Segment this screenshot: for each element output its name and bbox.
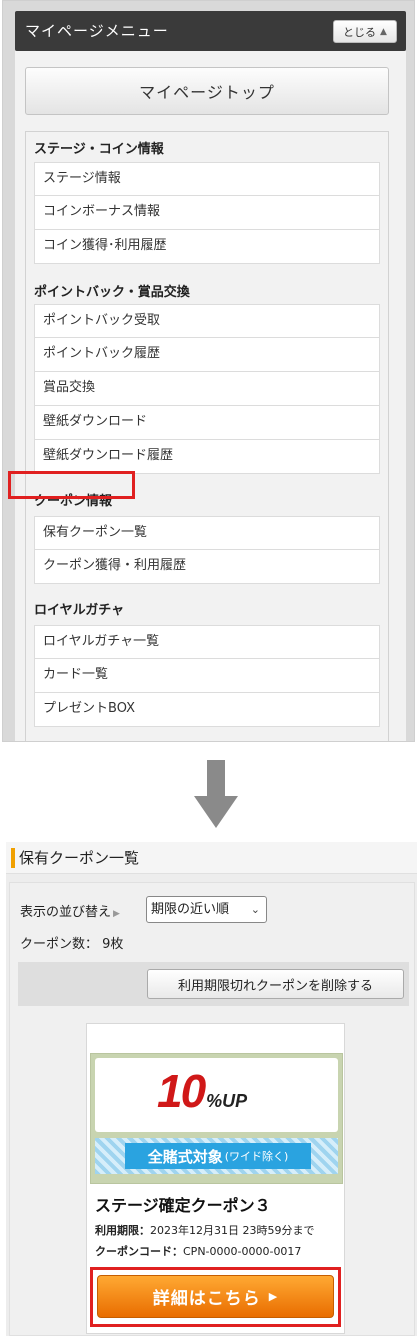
coupon-target-sub: (ワイド除く) [224, 1150, 289, 1163]
section-title-royal-gacha: ロイヤルガチャ [34, 603, 125, 618]
menu-item-wallpaper-download[interactable]: 壁紙ダウンロード [34, 406, 380, 440]
menu-item-royal-gacha-list[interactable]: ロイヤルガチャ一覧 [34, 625, 380, 659]
detail-button-label: 詳細はこちら [152, 1289, 261, 1309]
delete-expired-button[interactable]: 利用期限切れクーポンを削除する [147, 969, 404, 999]
coupon-list-panel: 保有クーポン一覧 表示の並び替え ▶ 期限の近い順 ⌄ クーポン数： 9枚 利用期… [6, 842, 417, 1336]
sort-label: 表示の並び替え ▶ [20, 901, 120, 920]
menu-item-stage-info[interactable]: ステージ情報 [34, 162, 380, 196]
menu-item-coin-bonus[interactable]: コインボーナス情報 [34, 196, 380, 230]
menu-body: マイページトップ ステージ・コイン情報 ステージ情報 コインボーナス情報 コイン… [15, 51, 406, 741]
page-title: 保有クーポン一覧 [19, 849, 140, 867]
coupon-name: ステージ確定クーポン３ [95, 1196, 271, 1215]
delete-bar: 利用期限切れクーポンを削除する [18, 962, 409, 1006]
highlight-box: 詳細はこちら ▶ [90, 1267, 341, 1327]
triangle-up-icon: ▲ [380, 26, 387, 37]
coupon-code: クーポンコード：CPN-0000-0000-0017 [95, 1243, 301, 1259]
menu-item-wallpaper-history[interactable]: 壁紙ダウンロード履歴 [34, 440, 380, 474]
coupon-expiry-value: 2023年12月31日 23時59分まで [150, 1224, 315, 1237]
coupon-expiry-label: 利用期限： [95, 1224, 150, 1237]
section-title-stage-coin: ステージ・コイン情報 [34, 142, 164, 157]
chevron-down-icon: ⌄ [250, 903, 260, 916]
menu-box: ステージ・コイン情報 ステージ情報 コインボーナス情報 コイン獲得･利用履歴 ポ… [25, 131, 389, 741]
coupon-content: 表示の並び替え ▶ 期限の近い順 ⌄ クーポン数： 9枚 利用期限切れクーポンを削… [9, 882, 415, 1336]
section-title-pointback: ポイントバック・賞品交換 [34, 285, 190, 300]
menu-item-owned-coupons[interactable]: 保有クーポン一覧 [34, 516, 380, 550]
arrow-down-icon [194, 760, 238, 828]
play-icon: ▶ [268, 1290, 279, 1303]
sort-select[interactable]: 期限の近い順 ⌄ [146, 896, 267, 923]
play-icon: ▶ [113, 909, 120, 919]
coupon-percent-unit: %UP [206, 1091, 248, 1111]
coupon-card: 10 %UP 全賭式対象 (ワイド除く) ステージ確定クーポン３ 利用期限：2023… [86, 1023, 345, 1334]
sort-label-text: 表示の並び替え [20, 905, 112, 920]
menu-item-card-list[interactable]: カード一覧 [34, 659, 380, 693]
coupon-percent: 10 %UP [157, 1064, 247, 1118]
menu-title: マイページメニュー [25, 22, 169, 40]
mypage-top-button[interactable]: マイページトップ [25, 67, 389, 115]
highlight-box [8, 471, 135, 499]
coupon-target-stripe: 全賭式対象 (ワイド除く) [95, 1138, 338, 1174]
coupon-image-banner: 10 %UP [95, 1058, 338, 1132]
menu-item-pointback-history[interactable]: ポイントバック履歴 [34, 338, 380, 372]
coupon-image[interactable]: 10 %UP 全賭式対象 (ワイド除く) [90, 1053, 343, 1184]
coupon-code-label: クーポンコード： [95, 1245, 183, 1258]
coupon-percent-value: 10 [157, 1065, 206, 1117]
mypage-menu-panel: マイページメニュー とじる ▲ マイページトップ ステージ・コイン情報 ステージ… [2, 0, 415, 742]
menu-header: マイページメニュー とじる ▲ [15, 11, 406, 51]
coupon-target-label: 全賭式対象 (ワイド除く) [125, 1143, 311, 1169]
coupon-expiry: 利用期限：2023年12月31日 23時59分まで [95, 1222, 314, 1238]
menu-item-present-box[interactable]: プレゼントBOX [34, 693, 380, 727]
sort-select-value: 期限の近い順 [151, 902, 230, 917]
close-label: とじる [343, 25, 377, 39]
coupon-count: クーポン数： 9枚 [20, 937, 124, 952]
page-title-bar: 保有クーポン一覧 [6, 842, 417, 874]
close-button[interactable]: とじる ▲ [333, 20, 397, 43]
coupon-target-text: 全賭式対象 [147, 1147, 223, 1166]
detail-button[interactable]: 詳細はこちら ▶ [97, 1275, 334, 1318]
menu-item-pointback-receive[interactable]: ポイントバック受取 [34, 304, 380, 338]
menu-item-coupon-history[interactable]: クーポン獲得・利用履歴 [34, 550, 380, 584]
menu-item-prize-exchange[interactable]: 賞品交換 [34, 372, 380, 406]
title-accent-bar [11, 848, 15, 868]
menu-item-coin-history[interactable]: コイン獲得･利用履歴 [34, 230, 380, 264]
coupon-code-value: CPN-0000-0000-0017 [183, 1245, 302, 1258]
